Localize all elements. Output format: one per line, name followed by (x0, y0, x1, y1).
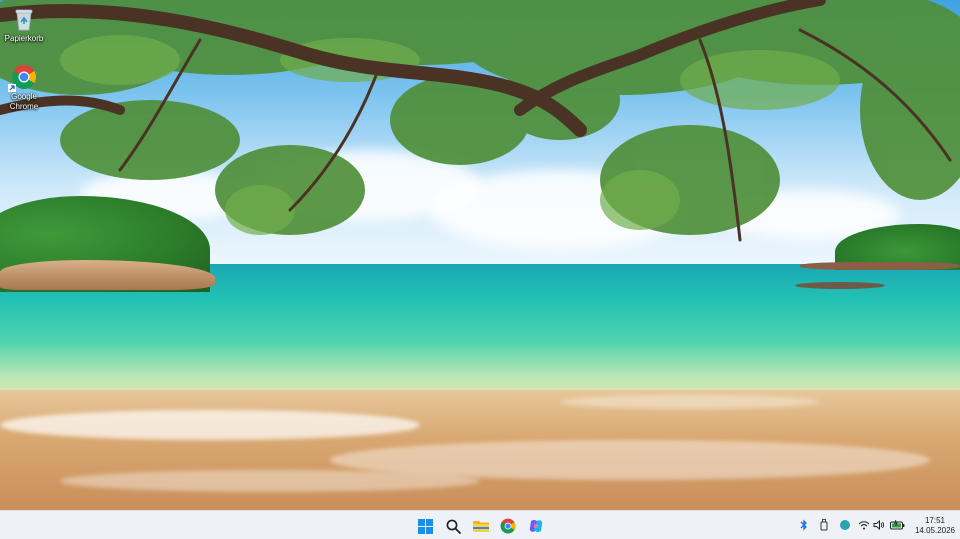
bluetooth-icon (800, 519, 807, 531)
taskbar-clock[interactable]: 17:51 14.05.2026 (912, 516, 958, 536)
bluetooth-tray-button[interactable] (798, 519, 810, 531)
recycle-bin-icon (15, 9, 33, 31)
taskbar: 17:51 14.05.2026 (0, 510, 960, 539)
wallpaper-rock-small (795, 282, 885, 289)
clock-date: 14.05.2026 (914, 526, 956, 535)
desktop-icon-recycle-bin[interactable]: Papierkorb (0, 6, 48, 44)
battery-icon (889, 520, 904, 530)
battery-tray-button[interactable] (889, 519, 905, 531)
globe-icon (840, 520, 850, 530)
copilot-button[interactable] (525, 515, 547, 537)
usb-drive-icon (820, 519, 828, 531)
chrome-icon (500, 518, 516, 534)
volume-tray-button[interactable] (873, 519, 885, 531)
wallpaper-foam (0, 410, 420, 440)
search-button[interactable] (442, 515, 464, 537)
clock-time: 17:51 (924, 516, 946, 525)
file-explorer-button[interactable] (470, 515, 492, 537)
copilot-icon (529, 519, 543, 533)
desktop-icon-label: Google Chrome (9, 92, 39, 111)
speaker-icon (873, 520, 885, 530)
wallpaper-foam (560, 395, 820, 409)
network-globe-tray-button[interactable] (839, 519, 851, 531)
chrome-taskbar-button[interactable] (497, 515, 519, 537)
folder-icon (473, 521, 489, 532)
wallpaper-foam (60, 470, 480, 492)
start-button[interactable] (414, 515, 436, 537)
desktop-wallpaper (0, 0, 960, 510)
wifi-tray-button[interactable] (858, 519, 870, 531)
windows-start-icon (417, 518, 433, 534)
shortcut-arrow-icon (8, 84, 16, 92)
desktop-icon-chrome[interactable]: Google Chrome (0, 64, 48, 112)
wifi-icon (858, 521, 870, 530)
usb-tray-button[interactable] (818, 519, 830, 531)
search-icon (446, 519, 461, 534)
wallpaper-tree (0, 0, 960, 242)
desktop-icon-label: Papierkorb (4, 34, 44, 43)
